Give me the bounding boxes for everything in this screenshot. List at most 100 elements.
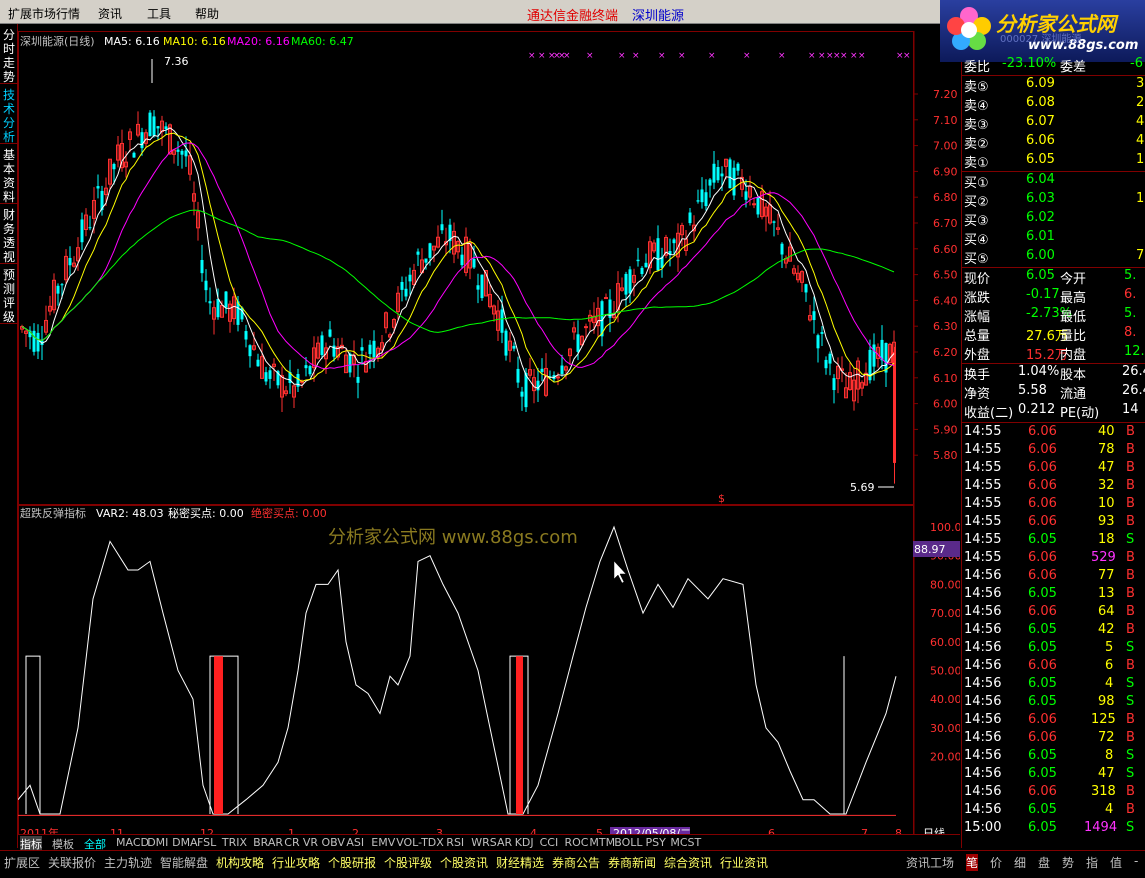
price-tick: 7.10: [933, 114, 958, 127]
quote-cell: B: [1126, 550, 1135, 565]
indicator-tab[interactable]: SAR: [490, 836, 512, 849]
quote-cell: 14:56: [964, 622, 1002, 637]
bottom-tab[interactable]: 扩展区: [4, 854, 40, 871]
right-bottom-tab[interactable]: 指: [1086, 854, 1098, 871]
right-bottom-tab[interactable]: 笔: [966, 854, 979, 871]
right-bottom-tab[interactable]: 资讯工场: [906, 854, 954, 871]
quote-cell: 40: [1098, 424, 1115, 439]
indicator-tab[interactable]: CR: [284, 836, 299, 849]
bottom-tab[interactable]: 个股资讯: [440, 854, 488, 871]
tab-technical[interactable]: 技术分析: [0, 84, 18, 144]
candle-body: [672, 239, 676, 244]
indicator-tab[interactable]: VOL-TDX: [396, 836, 444, 849]
quote-cell: 14:55: [964, 424, 1002, 439]
right-bottom-tab[interactable]: 盘: [1038, 854, 1050, 871]
indicator-tab[interactable]: DMA: [172, 836, 198, 849]
tick-row: 14:56 6.06 72 B: [962, 730, 1145, 748]
quote-cell: 6.06: [1028, 424, 1057, 439]
indicator-tick: 20.00: [930, 751, 960, 764]
indicator-tab[interactable]: OBV: [322, 836, 345, 849]
menu-tools[interactable]: 工具: [147, 5, 171, 22]
quote-cell: 4: [1105, 676, 1114, 691]
right-bottom-tab[interactable]: 值: [1110, 854, 1122, 871]
candle-body: [696, 200, 700, 202]
right-bottom-tab[interactable]: -: [1134, 854, 1138, 868]
candle-body: [576, 334, 580, 352]
indicator-tab[interactable]: FSL: [197, 836, 216, 849]
indicator-tab[interactable]: MTM: [589, 836, 615, 849]
indicator-tab[interactable]: VR: [303, 836, 318, 849]
right-bottom-tab[interactable]: 价: [990, 854, 1002, 871]
indicator-tab[interactable]: TRIX: [222, 836, 247, 849]
ma10-label: MA10: 6.16: [163, 35, 226, 48]
quote-cell: 6.07: [1026, 114, 1055, 129]
candle-body: [728, 159, 732, 189]
indicator-tab[interactable]: KDJ: [515, 836, 534, 849]
kline-chart[interactable]: 深圳能源(日线) MA5: 6.16 MA10: 6.16 MA20: 6.16…: [18, 24, 960, 848]
quote-cell: 98: [1098, 694, 1115, 709]
bottom-tab[interactable]: 主力轨迹: [104, 854, 152, 871]
indicator-tab[interactable]: BOLL: [614, 836, 642, 849]
quote-cell: B: [1126, 442, 1135, 457]
right-bottom-tab[interactable]: 细: [1014, 854, 1026, 871]
quote-cell: 14:56: [964, 748, 1002, 763]
indicator-var2: VAR2: 48.03: [96, 507, 164, 520]
quote-cell: B: [1126, 514, 1135, 529]
candle-body: [704, 192, 708, 207]
tab-fundamentals[interactable]: 基本资料: [0, 144, 18, 204]
tab-intraday[interactable]: 分时走势: [0, 24, 18, 84]
stat-row: 涨跌 -0.17 最高 6.: [962, 287, 1145, 306]
candle-body: [424, 258, 428, 263]
tab-financials[interactable]: 财务透视: [0, 204, 18, 264]
quote-panel: 委比 -23.10% 委差 -6 卖⑤ 6.09 3 卖④ 6.08 2 卖③ 6.07 4 卖② 6.06…: [961, 56, 1145, 848]
quote-cell: 流通: [1060, 387, 1087, 402]
indicator-tab[interactable]: RSI: [446, 836, 464, 849]
right-bottom-tab[interactable]: 势: [1062, 854, 1074, 871]
bottom-tab[interactable]: 个股评级: [384, 854, 432, 871]
quote-cell: B: [1126, 712, 1135, 727]
menu-info[interactable]: 资讯: [98, 5, 122, 22]
ma60-line: [21, 209, 895, 342]
tick-row: 14:56 6.05 47 S: [962, 766, 1145, 784]
indicator-tab[interactable]: MACD: [116, 836, 149, 849]
indicator-tab[interactable]: ASI: [346, 836, 364, 849]
quote-cell: 5: [1105, 640, 1114, 655]
menu-help[interactable]: 帮助: [195, 5, 219, 22]
quote-cell: 6.: [1124, 287, 1137, 302]
candle-body: [628, 269, 632, 294]
indicator-tab[interactable]: DMI: [147, 836, 168, 849]
bottom-tab[interactable]: 个股研报: [328, 854, 376, 871]
bottom-tab[interactable]: 机构攻略: [216, 854, 264, 871]
quote-cell: 14:56: [964, 784, 1002, 799]
bid-row: 买① 6.04: [962, 172, 1145, 191]
bid-row: 买② 6.03 1: [962, 191, 1145, 210]
bottom-tab[interactable]: 券商公告: [552, 854, 600, 871]
bottom-tab[interactable]: 关联报价: [48, 854, 96, 871]
indicator-tab[interactable]: CCI: [540, 836, 559, 849]
bottom-tab[interactable]: 财经精选: [496, 854, 544, 871]
candle-body: [656, 238, 660, 271]
bottom-tab[interactable]: 券商新闻: [608, 854, 656, 871]
indicator-tab[interactable]: ROC: [565, 836, 589, 849]
bottom-tab[interactable]: 行业攻略: [272, 854, 320, 871]
bottom-tab[interactable]: 行业资讯: [720, 854, 768, 871]
tick-row: 14:55 6.06 93 B: [962, 514, 1145, 532]
candle-body: [200, 259, 204, 274]
candle-body: [752, 203, 756, 206]
indicator-tab[interactable]: BRAR: [253, 836, 283, 849]
indicator-tab[interactable]: MCST: [670, 836, 701, 849]
indicator-tab[interactable]: WR: [471, 836, 490, 849]
ma20-label: MA20: 6.16: [227, 35, 290, 48]
quote-cell: B: [1126, 478, 1135, 493]
candlestick-series: [20, 110, 896, 484]
tab-rating[interactable]: 预测评级: [0, 264, 18, 324]
quote-cell: 委比: [964, 60, 991, 75]
bottom-tab[interactable]: 智能解盘: [160, 854, 208, 871]
bottom-tab[interactable]: 综合资讯: [664, 854, 712, 871]
quote-cell: 6.06: [1028, 568, 1057, 583]
menu-extended-market[interactable]: 扩展市场行情: [8, 5, 80, 22]
indicator-tab[interactable]: EMV: [371, 836, 395, 849]
quote-cell: -6: [1130, 56, 1143, 71]
candle-body: [644, 262, 648, 268]
indicator-tab[interactable]: PSY: [646, 836, 666, 849]
